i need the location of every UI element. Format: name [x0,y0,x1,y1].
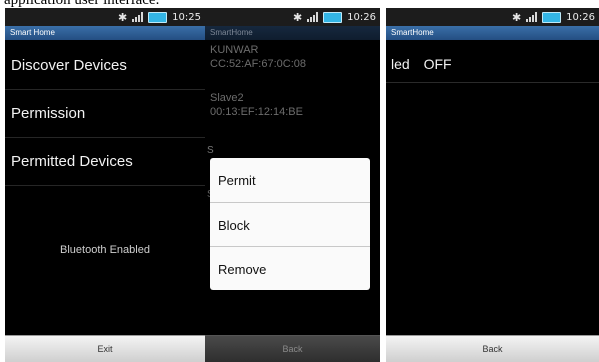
phone-screen-device-control: ✱ 10:26 SmartHome led OFF Back [386,8,599,362]
row-divider [386,82,599,83]
bluetooth-status-text: Bluetooth Enabled [60,244,150,256]
discover-devices-item[interactable]: Discover Devices [5,42,205,90]
clock: 10:26 [566,11,595,23]
device-list-item-obscured: S [207,145,214,156]
figure-caption: application user interface. [0,0,599,8]
remove-option[interactable]: Remove [210,247,370,291]
permit-option[interactable]: Permit [210,158,370,202]
caption-text: application user interface. [4,0,160,8]
phone-screen-main: ✱ 10:25 Smart Home Discover Devices Perm… [5,8,205,362]
bluetooth-icon: ✱ [117,10,128,24]
battery-icon [542,11,562,23]
app-title-bar: SmartHome [386,26,599,40]
clock: 10:26 [347,11,376,23]
device-address: CC:52:AF:67:0C:08 [210,58,306,70]
block-option[interactable]: Block [210,203,370,247]
device-state-row[interactable]: led OFF [391,56,462,72]
signal-icon [526,12,538,22]
battery-icon [148,11,168,23]
battery-icon [323,11,343,23]
status-bar: ✱ 10:25 [5,8,205,26]
exit-button[interactable]: Exit [5,335,205,362]
device-action-dialog: Permit Block Remove [210,158,370,290]
app-title-bar: SmartHome [205,26,380,40]
status-bar: ✱ 10:26 [386,8,599,26]
device-list-item[interactable]: Slave2 00:13:EF:12:14:BE [210,91,380,119]
signal-icon [307,12,319,22]
device-list-item[interactable]: KUNWAR CC:52:AF:67:0C:08 [210,43,380,71]
device-state: OFF [423,56,452,72]
permitted-devices-item[interactable]: Permitted Devices [5,138,205,186]
bluetooth-icon: ✱ [511,10,522,24]
signal-icon [132,12,144,22]
phone-screen-device-list: ✱ 10:26 SmartHome KUNWAR CC:52:AF:67:0C:… [205,8,380,362]
device-name: KUNWAR [210,44,259,56]
device-name: led [391,56,410,72]
device-address: 00:13:EF:12:14:BE [210,106,303,118]
back-button[interactable]: Back [205,335,380,362]
app-title-bar: Smart Home [5,26,205,40]
back-button[interactable]: Back [386,335,599,362]
device-name: Slave2 [210,92,244,104]
clock: 10:25 [172,11,201,23]
bluetooth-icon: ✱ [292,10,303,24]
status-bar: ✱ 10:26 [205,8,380,26]
permission-item[interactable]: Permission [5,90,205,138]
